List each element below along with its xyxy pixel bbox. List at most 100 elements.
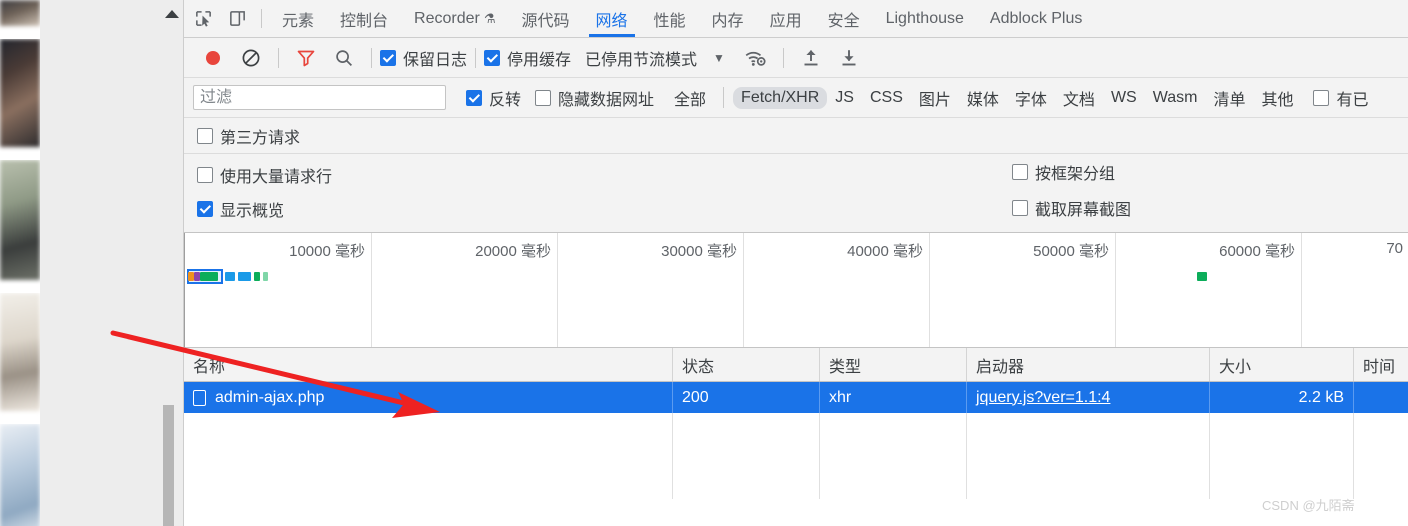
scroll-up-icon[interactable] (164, 8, 180, 20)
checkbox-box (1012, 200, 1028, 216)
tab-label: 控制台 (340, 12, 389, 30)
capture-screenshots-checkbox[interactable]: 截取屏幕截图 (1012, 196, 1131, 220)
third-party-checkbox[interactable]: 第三方请求 (197, 124, 300, 148)
tab-adblock-plus[interactable]: Adblock Plus (977, 0, 1096, 37)
column-header-1[interactable]: 状态 (673, 348, 820, 381)
checkbox-box (535, 89, 552, 106)
web-page-area (0, 0, 183, 526)
inspect-cursor-icon[interactable] (186, 1, 220, 37)
filter-type-other[interactable]: 其他 (1253, 84, 1301, 112)
tab-security[interactable]: 安全 (815, 0, 873, 37)
empty-cell (1210, 413, 1354, 499)
overview-tick-label: 30000 毫秒 (661, 243, 737, 260)
page-thumbnail-column (0, 0, 40, 526)
tab-recorder[interactable]: Recorder ⚗ (401, 0, 508, 37)
tab-label: 元素 (282, 12, 315, 30)
import-har-icon[interactable] (792, 43, 830, 73)
tab-label: Lighthouse (885, 9, 964, 27)
tab-label: 性能 (653, 12, 686, 30)
filter-type-ws[interactable]: WS (1103, 87, 1145, 109)
tab-label: 网络 (595, 12, 628, 30)
tab-sources[interactable]: 源代码 (509, 0, 583, 37)
tab-application[interactable]: 应用 (757, 0, 815, 37)
page-thumbnail[interactable] (0, 293, 40, 424)
table-row[interactable]: admin-ajax.php 200 xhr jquery.js?ver=1.1:4 2… (184, 382, 1408, 413)
tabbar-separator (261, 9, 262, 28)
checkbox-box (197, 201, 213, 217)
empty-cell (1354, 413, 1408, 499)
third-party-row: 第三方请求 (184, 118, 1408, 154)
tab-elements[interactable]: 元素 (269, 0, 327, 37)
cell-状态: 200 (673, 382, 820, 413)
filter-type-all[interactable]: 全部 (666, 84, 714, 112)
overview-tick-label: 70 (1386, 240, 1403, 257)
checkbox-box (484, 49, 501, 66)
group-by-frame-checkbox[interactable]: 按框架分组 (1012, 160, 1115, 184)
overview-tick (557, 233, 558, 347)
overview-tick (371, 233, 372, 347)
requests-table: 名称 状态 类型 启动器 大小 时间 admin-ajax.php 200 xhr jquery… (184, 348, 1408, 500)
filter-type-manifest[interactable]: 清单 (1205, 84, 1253, 112)
filter-toggle[interactable] (287, 43, 325, 73)
filter-type-img[interactable]: 图片 (911, 84, 959, 112)
page-thumbnail[interactable] (0, 0, 40, 39)
tab-memory[interactable]: 内存 (699, 0, 757, 37)
toolbar-separator (475, 47, 477, 68)
tab-label: 应用 (769, 12, 802, 30)
network-conditions-icon[interactable] (737, 43, 775, 73)
hide-data-urls-checkbox[interactable]: 隐藏数据网址 (535, 86, 654, 110)
tab-lighthouse[interactable]: Lighthouse (873, 0, 977, 37)
column-header-4[interactable]: 大小 (1210, 348, 1354, 381)
filter-type-font[interactable]: 字体 (1007, 84, 1055, 112)
capture-screenshots-label: 截取屏幕截图 (1035, 202, 1132, 219)
page-scrollbar-thumb[interactable] (163, 405, 174, 526)
filter-type-css[interactable]: CSS (862, 87, 911, 109)
show-overview-label: 显示概览 (220, 203, 285, 220)
hide-data-urls-label: 隐藏数据网址 (558, 91, 655, 109)
empty-cell (967, 413, 1210, 499)
tab-network[interactable]: 网络 (583, 0, 641, 37)
invert-label: 反转 (489, 91, 522, 109)
filter-input[interactable] (193, 85, 446, 110)
initiator-link[interactable]: jquery.js?ver=1.1:4 (976, 389, 1110, 407)
big-rows-line: 使用大量请求行 按框架分组 (197, 158, 1408, 192)
overview-request-bar (200, 272, 218, 281)
record-button[interactable] (194, 43, 232, 73)
disable-cache-label: 停用缓存 (507, 51, 572, 69)
checkbox-box (197, 127, 213, 144)
preserve-log-label: 保留日志 (403, 51, 468, 69)
device-toolbar-icon[interactable] (220, 1, 254, 37)
preserve-log-checkbox[interactable]: 保留日志 (380, 46, 467, 70)
column-header-0[interactable]: 名称 (184, 348, 673, 381)
network-overview-timeline[interactable]: 10000 毫秒 20000 毫秒 30000 毫秒 40000 毫秒 50000 毫秒… (184, 233, 1408, 348)
cell-名称: admin-ajax.php (184, 382, 673, 413)
filter-type-js[interactable]: JS (827, 87, 862, 109)
overview-request-bar (263, 272, 268, 281)
column-header-label: 状态 (682, 358, 715, 376)
export-har-icon[interactable] (830, 43, 868, 73)
page-thumbnail[interactable] (0, 160, 40, 293)
filter-type-wasm[interactable]: Wasm (1145, 87, 1206, 109)
blocked-cookies-checkbox[interactable]: 有已 (1313, 86, 1369, 110)
big-rows-checkbox[interactable]: 使用大量请求行 (197, 163, 332, 187)
tab-label: Adblock Plus (989, 9, 1083, 27)
search-button[interactable] (325, 43, 363, 73)
disable-cache-checkbox[interactable]: 停用缓存 (484, 46, 571, 70)
page-scrollbar[interactable] (162, 405, 175, 526)
tab-console[interactable]: 控制台 (327, 0, 401, 37)
page-thumbnail[interactable] (0, 424, 40, 526)
invert-checkbox[interactable]: 反转 (466, 86, 521, 110)
filter-type-fetch-xhr[interactable]: Fetch/XHR (733, 86, 828, 109)
filter-type-doc[interactable]: 文档 (1055, 84, 1103, 112)
column-header-5[interactable]: 时间 (1354, 348, 1408, 381)
devtools-tabbar: 元素 控制台 Recorder ⚗ 源代码 网络 性能 内存 应用 安全 Lig… (184, 0, 1408, 38)
tab-performance[interactable]: 性能 (641, 0, 699, 37)
filter-type-media[interactable]: 媒体 (959, 84, 1007, 112)
clear-button[interactable] (232, 43, 270, 73)
column-header-2[interactable]: 类型 (820, 348, 967, 381)
throttling-select[interactable]: 已停用节流模式 (585, 46, 697, 70)
chevron-down-icon[interactable]: ▼ (713, 51, 725, 65)
column-header-3[interactable]: 启动器 (967, 348, 1210, 381)
show-overview-checkbox[interactable]: 显示概览 (197, 197, 284, 221)
page-thumbnail[interactable] (0, 39, 40, 160)
